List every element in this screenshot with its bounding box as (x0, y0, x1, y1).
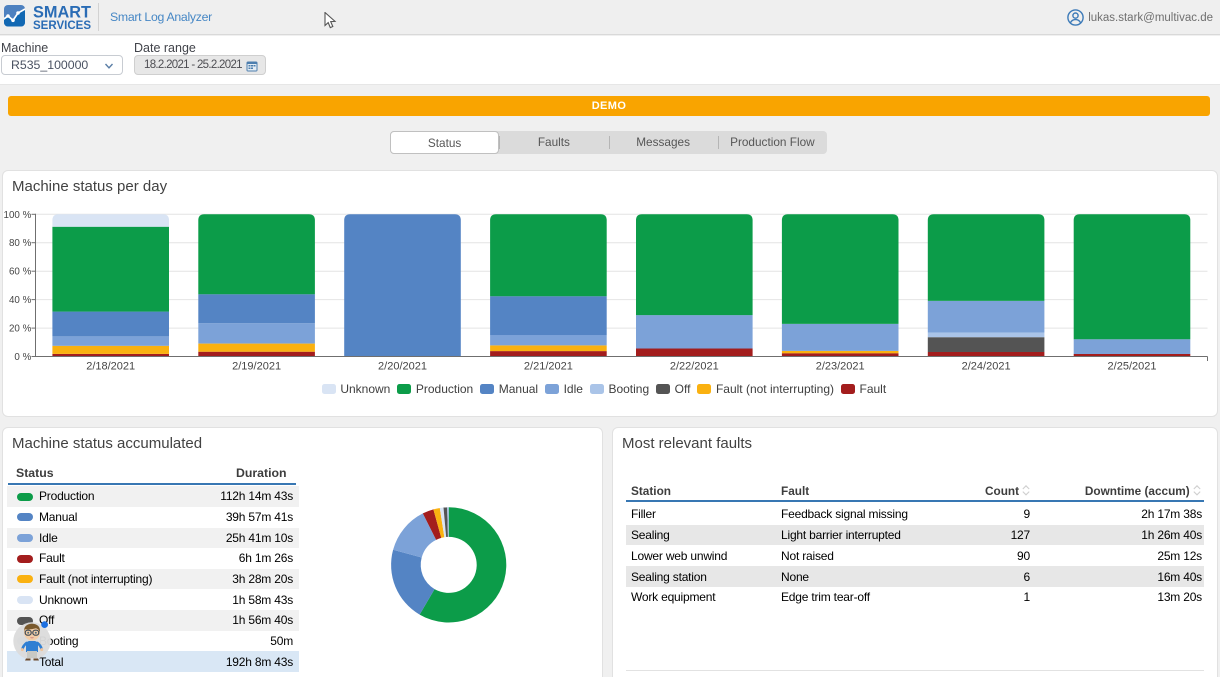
svg-text:2/23/2021: 2/23/2021 (816, 361, 865, 373)
svg-text:2/18/2021: 2/18/2021 (86, 361, 135, 373)
svg-text:2/21/2021: 2/21/2021 (524, 361, 573, 373)
svg-text:60 %: 60 % (9, 267, 32, 278)
svg-text:2/22/2021: 2/22/2021 (670, 361, 719, 373)
svg-text:2/24/2021: 2/24/2021 (962, 361, 1011, 373)
svg-text:SERVICES: SERVICES (33, 20, 91, 31)
svg-text:80 %: 80 % (9, 238, 32, 249)
svg-text:0 %: 0 % (14, 352, 31, 363)
svg-text:40 %: 40 % (9, 295, 32, 306)
svg-text:2/19/2021: 2/19/2021 (232, 361, 281, 373)
svg-text:2/20/2021: 2/20/2021 (378, 361, 427, 373)
svg-text:20 %: 20 % (9, 324, 32, 335)
svg-text:2/25/2021: 2/25/2021 (1108, 361, 1157, 373)
svg-text:100 %: 100 % (4, 210, 32, 221)
